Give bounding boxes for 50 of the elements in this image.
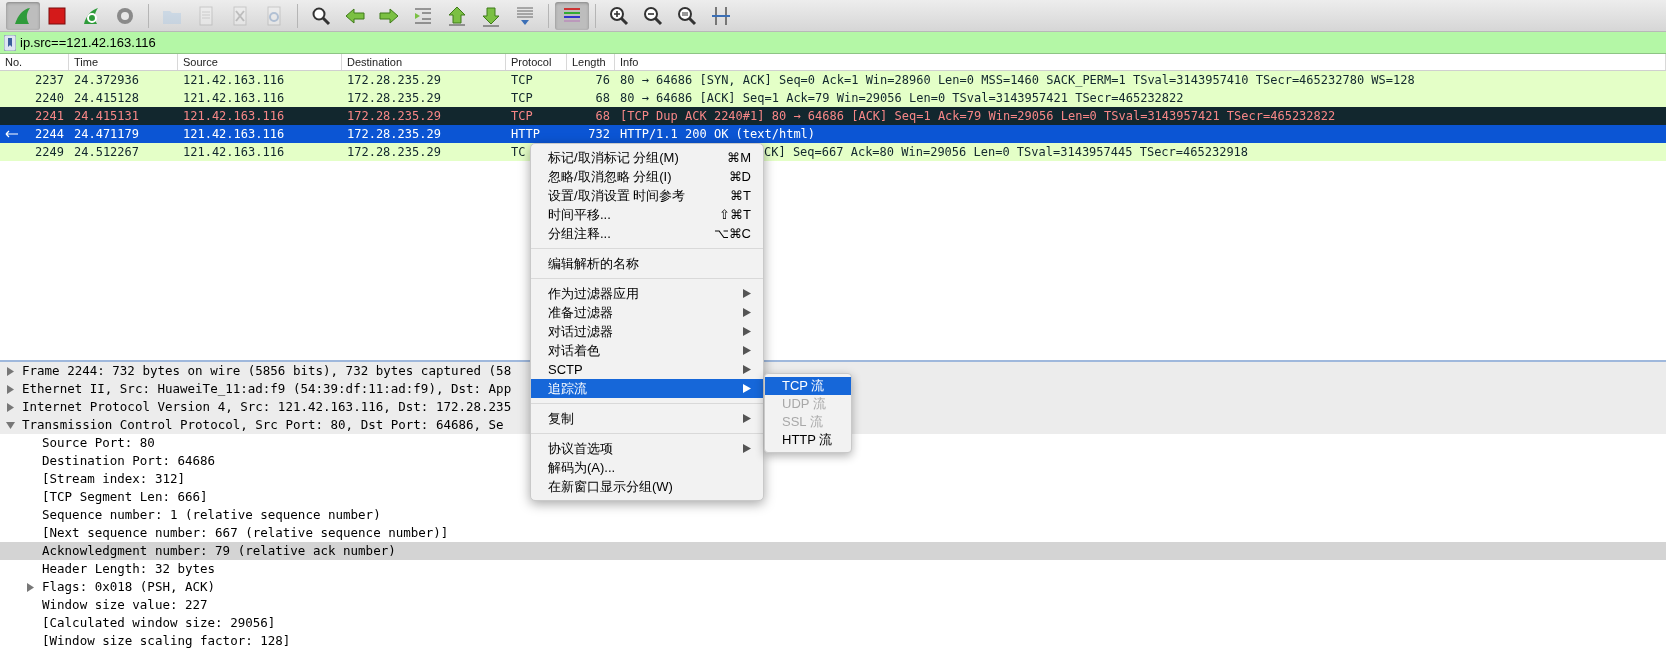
filter-text: ip.src==121.42.163.116 xyxy=(20,33,156,52)
table-cell-text: CK] Seq=667 Ack=80 Win=29056 Len=0 TSval=3143957445 TSecr=465232918 xyxy=(764,144,1249,161)
detail-text: Window size value: 227 xyxy=(42,595,208,614)
table-cell-text: 172.28.235.29 xyxy=(347,90,441,107)
table-cell-text: 732 xyxy=(588,126,610,143)
table-cell-text: 121.42.163.116 xyxy=(183,90,285,107)
table-cell-text: 80 → 64686 [SYN, ACK] Seq=0 Ack=1 Win=28960 Len=0 MSS=1460 SACK_PERM=1 TSval=3143957410 TSecr=465232780 WS=128 xyxy=(620,72,1415,89)
table-cell-text: TCP xyxy=(511,90,533,107)
table-cell-text: 121.42.163.116 xyxy=(183,126,285,143)
table-cell-text: 121.42.163.116 xyxy=(183,72,285,89)
detail-text: [TCP Segment Len: 666] xyxy=(42,487,208,506)
table-cell-text: 68 xyxy=(595,90,610,107)
table-cell-text: 172.28.235.29 xyxy=(347,72,441,89)
table-cell-text: 76 xyxy=(595,72,610,89)
table-cell-text: 172.28.235.29 xyxy=(347,108,441,125)
detail-text: [Stream index: 312] xyxy=(42,469,185,488)
table-cell-text: 121.42.163.116 xyxy=(183,108,285,125)
table-cell-text: 68 xyxy=(595,108,610,125)
detail-text: Frame 2244: 732 bytes on wire (5856 bits), 732 bytes captured (58 xyxy=(22,361,512,380)
table-cell-text: [TCP Dup ACK 2240#1] 80 → 64686 [ACK] Seq=1 Ack=79 Win=29056 Len=0 TSval=3143957421 TSecr=465232822 xyxy=(620,108,1336,125)
table-cell-text: TCP xyxy=(511,108,533,125)
detail-text: Acknowledgment number: 79 (relative ack number) xyxy=(42,541,396,560)
table-cell-text: 2244 xyxy=(35,126,64,143)
detail-text: Sequence number: 1 (relative sequence number) xyxy=(42,505,381,524)
table-cell-text: HTTP/1.1 200 OK (text/html) xyxy=(620,126,816,143)
detail-text: Internet Protocol Version 4, Src: 121.42.163.116, Dst: 172.28.235 xyxy=(22,397,512,416)
table-cell-text: 24.471179 xyxy=(74,126,140,143)
table-cell-text: 2241 xyxy=(35,108,64,125)
detail-text: Destination Port: 64686 xyxy=(42,451,216,470)
detail-text: Ethernet II, Src: HuaweiTe_11:ad:f9 (54:39:df:11:ad:f9), Dst: App xyxy=(22,379,512,398)
detail-text: Flags: 0x018 (PSH, ACK) xyxy=(42,577,216,596)
table-cell-text: 172.28.235.29 xyxy=(347,144,441,161)
table-cell-text: 172.28.235.29 xyxy=(347,126,441,143)
table-cell-text: TCP xyxy=(511,72,533,89)
table-cell-text: 24.415128 xyxy=(74,90,140,107)
table-cell-text: 121.42.163.116 xyxy=(183,144,285,161)
detail-text: [Calculated window size: 29056] xyxy=(42,613,276,632)
table-cell-text: 24.415131 xyxy=(74,108,140,125)
table-cell-text: HTTP xyxy=(511,126,540,143)
table-cell-text: TC xyxy=(511,144,526,161)
table-cell-text: 2249 xyxy=(35,144,64,161)
detail-text: Header Length: 32 bytes xyxy=(42,559,216,578)
detail-text: [Window size scaling factor: 128] xyxy=(42,631,291,650)
detail-text: Source Port: 80 xyxy=(42,433,155,452)
table-cell-text: 80 → 64686 [ACK] Seq=1 Ack=79 Win=29056 Len=0 TSval=3143957421 TSecr=465232822 xyxy=(620,90,1184,107)
detail-text: Transmission Control Protocol, Src Port: 80, Dst Port: 64686, Se xyxy=(22,415,504,434)
table-cell-text: 24.512267 xyxy=(74,144,140,161)
table-cell-text: 2240 xyxy=(35,90,64,107)
table-cell-text: 2237 xyxy=(35,72,64,89)
table-cell-text: 24.372936 xyxy=(74,72,140,89)
